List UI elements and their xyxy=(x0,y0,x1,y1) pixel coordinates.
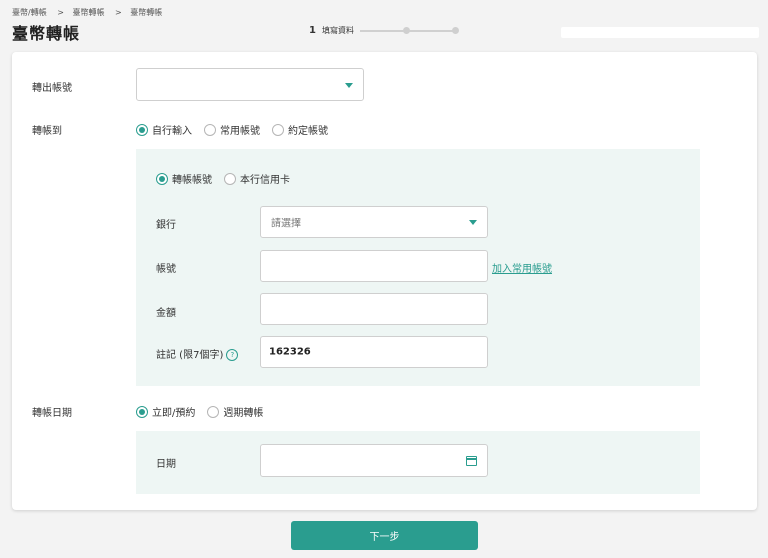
radio-designated-account[interactable]: 約定帳號 xyxy=(272,122,328,137)
from-account-label: 轉出帳號 xyxy=(32,83,72,94)
amount-label: 金額 xyxy=(156,308,176,319)
page-title: 臺幣轉帳 xyxy=(12,24,81,43)
date-type-radio-group: 立即/預約 週期轉帳 xyxy=(136,404,275,419)
date-panel: 日期 xyxy=(136,431,700,494)
chevron-down-icon xyxy=(345,82,353,88)
transfer-to-label: 轉帳到 xyxy=(32,126,62,137)
bank-select-placeholder: 請選擇 xyxy=(271,218,301,230)
radio-label: 週期轉帳 xyxy=(223,408,264,419)
radio-transfer-account[interactable]: 轉帳帳號 xyxy=(156,171,212,186)
breadcrumb-item-2[interactable]: 臺幣轉帳 xyxy=(73,8,105,17)
radio-label: 約定帳號 xyxy=(288,126,328,137)
transfer-to-radio-group: 自行輸入 常用帳號 約定帳號 xyxy=(136,122,340,137)
step-connector xyxy=(359,29,404,32)
bank-label: 銀行 xyxy=(156,220,176,231)
radio-circle xyxy=(136,123,148,136)
radio-circle xyxy=(272,123,284,136)
account-label: 帳號 xyxy=(156,264,176,275)
radio-label: 立即/預約 xyxy=(152,408,196,419)
radio-circle xyxy=(136,405,148,418)
radio-label: 本行信用卡 xyxy=(240,175,290,186)
recipient-panel: 轉帳帳號 本行信用卡 銀行 請選擇 帳號 加入常用帳號 金額 註記 (限7個字)… xyxy=(136,149,700,386)
breadcrumb: 臺幣/轉帳 > 臺幣轉帳 > 臺幣轉帳 xyxy=(12,7,164,18)
from-account-select[interactable] xyxy=(136,68,364,101)
radio-label: 轉帳帳號 xyxy=(172,175,212,186)
account-type-radio-group: 轉帳帳號 本行信用卡 xyxy=(156,171,302,186)
radio-circle xyxy=(156,172,168,185)
step-dot-3 xyxy=(451,27,459,34)
memo-input[interactable]: 162326 xyxy=(260,336,488,368)
account-input[interactable] xyxy=(260,250,488,282)
radio-circle xyxy=(207,405,220,418)
breadcrumb-item-3: 臺幣轉帳 xyxy=(130,8,163,17)
radio-label: 自行輸入 xyxy=(152,126,192,137)
add-common-account-link[interactable]: 加入常用帳號 xyxy=(492,260,552,275)
transfer-date-label: 轉帳日期 xyxy=(32,408,72,419)
radio-immediate-scheduled[interactable]: 立即/預約 xyxy=(136,404,195,419)
date-label: 日期 xyxy=(156,459,176,470)
step-number: 1 xyxy=(309,25,316,36)
radio-periodic-transfer[interactable]: 週期轉帳 xyxy=(207,404,263,419)
breadcrumb-separator: > xyxy=(115,8,122,17)
memo-input-value: 162326 xyxy=(269,346,311,358)
memo-label: 註記 (限7個字) xyxy=(156,350,224,361)
step-label: 填寫資料 xyxy=(321,26,354,35)
header-placeholder-bar xyxy=(561,27,759,38)
memo-label-wrap: 註記 (限7個字)? xyxy=(156,346,239,361)
calendar-icon[interactable] xyxy=(466,455,477,466)
date-input[interactable] xyxy=(260,444,488,477)
next-step-button[interactable]: 下一步 xyxy=(291,521,478,550)
breadcrumb-item-1[interactable]: 臺幣/轉帳 xyxy=(12,8,47,17)
radio-credit-card[interactable]: 本行信用卡 xyxy=(224,171,290,186)
radio-circle xyxy=(204,123,216,136)
bank-select[interactable]: 請選擇 xyxy=(260,206,488,238)
radio-manual-input[interactable]: 自行輸入 xyxy=(136,122,192,137)
chevron-down-icon xyxy=(469,220,477,225)
radio-label: 常用帳號 xyxy=(220,126,260,137)
radio-common-account[interactable]: 常用帳號 xyxy=(204,122,260,137)
step-indicator: 1 填寫資料 xyxy=(309,25,459,36)
breadcrumb-separator: > xyxy=(57,8,64,17)
amount-input[interactable] xyxy=(260,293,488,325)
transfer-form-card: 轉出帳號 轉帳到 自行輸入 常用帳號 約定帳號 轉帳帳號 本行信用卡 銀行 請選… xyxy=(12,52,757,510)
help-icon[interactable]: ? xyxy=(226,349,239,361)
step-connector xyxy=(408,29,453,32)
radio-circle xyxy=(224,172,236,185)
